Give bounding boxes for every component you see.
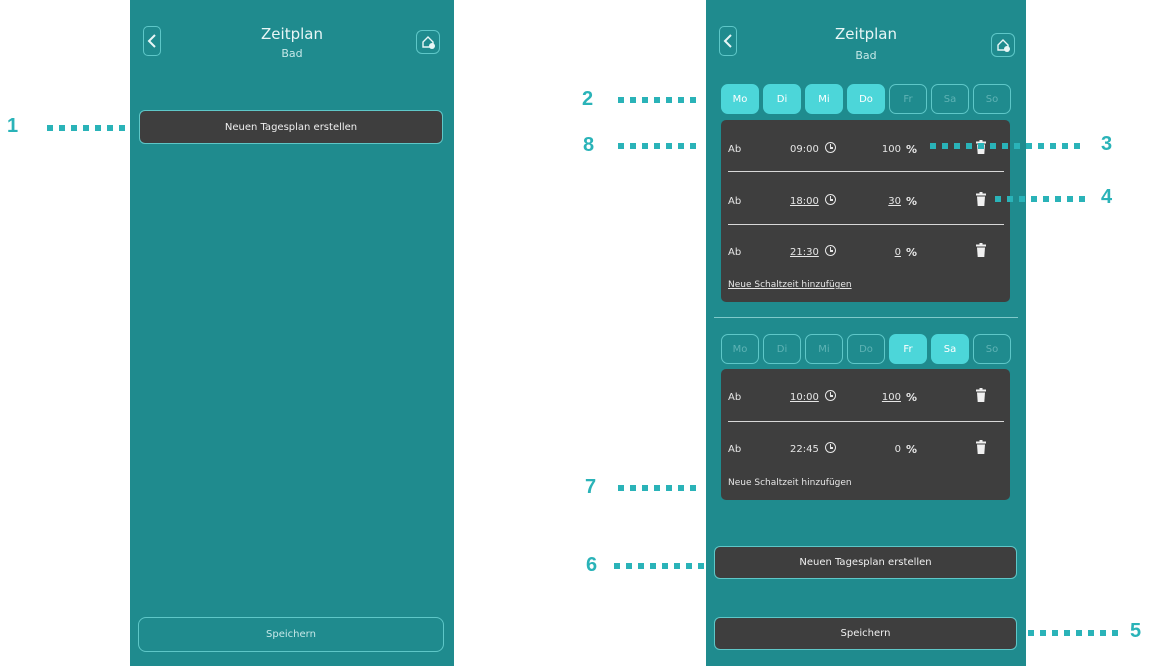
day-selector-plan-2: Mo Di Mi Do Fr Sa So (721, 334, 1011, 364)
screen-schedule: Zeitplan Bad Mo Di Mi Do Fr Sa So Ab 09:… (706, 0, 1026, 666)
clock-icon[interactable] (825, 390, 836, 401)
row-prefix: Ab (728, 392, 742, 403)
day-toggle-di[interactable]: Di (763, 84, 801, 114)
day-toggle-mo[interactable]: Mo (721, 334, 759, 364)
day-toggle-mi[interactable]: Mi (805, 334, 843, 364)
time-value[interactable]: 10:00 (790, 392, 819, 403)
callout-leader (930, 143, 1086, 149)
clock-icon[interactable] (825, 142, 836, 153)
day-plan-card-2: Ab 10:00 100 % Ab 22:45 0 % Neue Schaltz… (721, 369, 1010, 500)
trash-icon[interactable] (976, 440, 986, 454)
day-toggle-do[interactable]: Do (847, 84, 885, 114)
row-prefix: Ab (728, 196, 742, 207)
row-prefix: Ab (728, 144, 742, 155)
time-value[interactable]: 22:45 (790, 444, 819, 455)
divider (728, 171, 1004, 172)
row-prefix: Ab (728, 247, 742, 258)
day-toggle-do[interactable]: Do (847, 334, 885, 364)
day-toggle-mo[interactable]: Mo (721, 84, 759, 114)
callout-leader (618, 97, 702, 103)
plan-separator (714, 317, 1018, 318)
day-toggle-sa[interactable]: Sa (931, 334, 969, 364)
page-subtitle: Bad (281, 47, 303, 60)
switch-time-row: Ab 10:00 100 % (721, 388, 1010, 408)
clock-icon[interactable] (825, 442, 836, 453)
home-settings-button[interactable] (416, 30, 440, 54)
page-subtitle: Bad (855, 49, 877, 62)
clock-icon[interactable] (825, 245, 836, 256)
save-button[interactable]: Speichern (714, 617, 1017, 650)
new-day-plan-button[interactable]: Neuen Tagesplan erstellen (139, 110, 443, 144)
trash-icon[interactable] (976, 192, 986, 206)
callout-leader (1028, 630, 1124, 636)
callout-number: 7 (585, 476, 597, 498)
row-prefix: Ab (728, 444, 742, 455)
callout-number: 6 (586, 554, 598, 576)
new-day-plan-button[interactable]: Neuen Tagesplan erstellen (714, 546, 1017, 579)
day-toggle-sa[interactable]: Sa (931, 84, 969, 114)
level-value[interactable]: 100 (873, 392, 901, 403)
trash-icon[interactable] (976, 388, 986, 402)
callout-number: 3 (1101, 133, 1113, 155)
divider (728, 224, 1004, 225)
callout-number: 2 (582, 88, 594, 110)
callout-number: 4 (1101, 186, 1113, 208)
level-value[interactable]: 0 (873, 247, 901, 258)
home-settings-button[interactable] (991, 33, 1015, 57)
add-switch-time-link[interactable]: Neue Schaltzeit hinzufügen (728, 478, 852, 488)
percent-unit: % (906, 246, 918, 259)
callout-leader (618, 143, 702, 149)
switch-time-row: Ab 22:45 0 % (721, 440, 1010, 460)
day-toggle-so[interactable]: So (973, 84, 1011, 114)
clock-icon[interactable] (825, 194, 836, 205)
callout-number: 5 (1130, 620, 1142, 642)
trash-icon[interactable] (976, 243, 986, 257)
day-toggle-fr[interactable]: Fr (889, 334, 927, 364)
day-toggle-mi[interactable]: Mi (805, 84, 843, 114)
day-selector-plan-1: Mo Di Mi Do Fr Sa So (721, 84, 1011, 114)
percent-unit: % (906, 443, 918, 456)
callout-leader (614, 563, 710, 569)
percent-unit: % (906, 391, 918, 404)
add-switch-time-link[interactable]: Neue Schaltzeit hinzufügen (728, 280, 852, 290)
callout-number: 8 (583, 134, 595, 156)
callout-leader (47, 125, 131, 131)
screen-empty-schedule: Zeitplan Bad Neuen Tagesplan erstellen S… (130, 0, 454, 666)
time-value[interactable]: 09:00 (790, 144, 819, 155)
switch-time-row: Ab 21:30 0 % (721, 243, 1010, 263)
level-value[interactable]: 100 (873, 144, 901, 155)
level-value[interactable]: 0 (873, 444, 901, 455)
callout-number: 1 (7, 115, 19, 137)
day-toggle-so[interactable]: So (973, 334, 1011, 364)
switch-time-row: Ab 18:00 30 % (721, 192, 1010, 212)
day-toggle-fr[interactable]: Fr (889, 84, 927, 114)
save-button[interactable]: Speichern (138, 617, 444, 652)
percent-unit: % (906, 143, 918, 156)
divider (728, 421, 1004, 422)
callout-leader (995, 196, 1091, 202)
percent-unit: % (906, 195, 918, 208)
day-toggle-di[interactable]: Di (763, 334, 801, 364)
page-title: Zeitplan (835, 25, 897, 43)
home-settings-icon (997, 39, 1010, 52)
callout-leader (618, 485, 702, 491)
page-title: Zeitplan (261, 25, 323, 43)
level-value[interactable]: 30 (873, 196, 901, 207)
time-value[interactable]: 18:00 (790, 196, 819, 207)
time-value[interactable]: 21:30 (790, 247, 819, 258)
home-settings-icon (422, 36, 435, 49)
